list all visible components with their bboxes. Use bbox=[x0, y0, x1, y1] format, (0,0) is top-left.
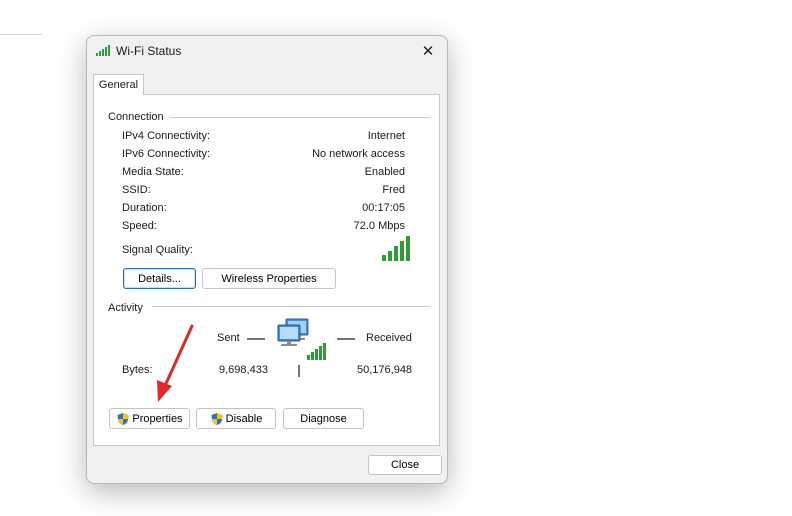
duration-value: 00:17:05 bbox=[362, 202, 405, 214]
ipv4-value: Internet bbox=[367, 130, 405, 142]
signal-bars-icon bbox=[382, 236, 410, 261]
bytes-received-value: 50,176,948 bbox=[357, 364, 413, 376]
speed-label: Speed: bbox=[122, 220, 157, 232]
uac-shield-icon bbox=[117, 412, 129, 425]
sent-label: Sent bbox=[217, 332, 240, 344]
general-panel: Connection IPv4 Connectivity: Internet I… bbox=[93, 94, 440, 446]
media-state-value: Enabled bbox=[364, 166, 405, 178]
received-dash bbox=[337, 338, 355, 340]
speed-value: 72.0 Mbps bbox=[353, 220, 405, 232]
details-button[interactable]: Details... bbox=[123, 268, 196, 289]
close-button[interactable]: Close bbox=[368, 455, 442, 475]
activity-heading: Activity bbox=[108, 302, 149, 314]
bytes-label: Bytes: bbox=[122, 364, 153, 376]
red-arrow-annotation bbox=[157, 324, 194, 402]
window-title: Wi-Fi Status bbox=[116, 44, 182, 58]
ipv6-label: IPv6 Connectivity: bbox=[122, 148, 211, 160]
uac-shield-icon bbox=[211, 412, 223, 425]
bytes-sent-value: 9,698,433 bbox=[219, 364, 268, 376]
ipv6-value: No network access bbox=[312, 148, 405, 160]
activity-divider-vertical bbox=[298, 365, 300, 377]
activity-divider bbox=[152, 306, 430, 307]
background-divider bbox=[0, 34, 42, 35]
ssid-value: Fred bbox=[382, 184, 405, 196]
connection-heading: Connection bbox=[108, 111, 170, 123]
signal-quality-label: Signal Quality: bbox=[122, 244, 193, 256]
duration-label: Duration: bbox=[122, 202, 167, 214]
wifi-status-dialog: Wi-Fi Status ✕ General Connection IPv4 C… bbox=[86, 35, 448, 484]
tab-general[interactable]: General bbox=[93, 74, 144, 95]
title-bar[interactable]: Wi-Fi Status ✕ bbox=[87, 36, 447, 66]
properties-button[interactable]: Properties bbox=[109, 408, 190, 429]
ssid-label: SSID: bbox=[122, 184, 151, 196]
wireless-properties-button[interactable]: Wireless Properties bbox=[202, 268, 336, 289]
connection-divider bbox=[168, 117, 430, 118]
media-state-label: Media State: bbox=[122, 166, 184, 178]
close-icon[interactable]: ✕ bbox=[415, 40, 441, 62]
disable-button[interactable]: Disable bbox=[196, 408, 276, 429]
wifi-signal-icon bbox=[96, 45, 110, 56]
ipv4-label: IPv4 Connectivity: bbox=[122, 130, 211, 142]
disable-button-label: Disable bbox=[225, 412, 263, 425]
diagnose-button[interactable]: Diagnose bbox=[283, 408, 364, 429]
network-computer-icon bbox=[277, 318, 326, 360]
properties-button-label: Properties bbox=[132, 412, 183, 425]
received-label: Received bbox=[366, 332, 412, 344]
sent-dash bbox=[247, 338, 265, 340]
